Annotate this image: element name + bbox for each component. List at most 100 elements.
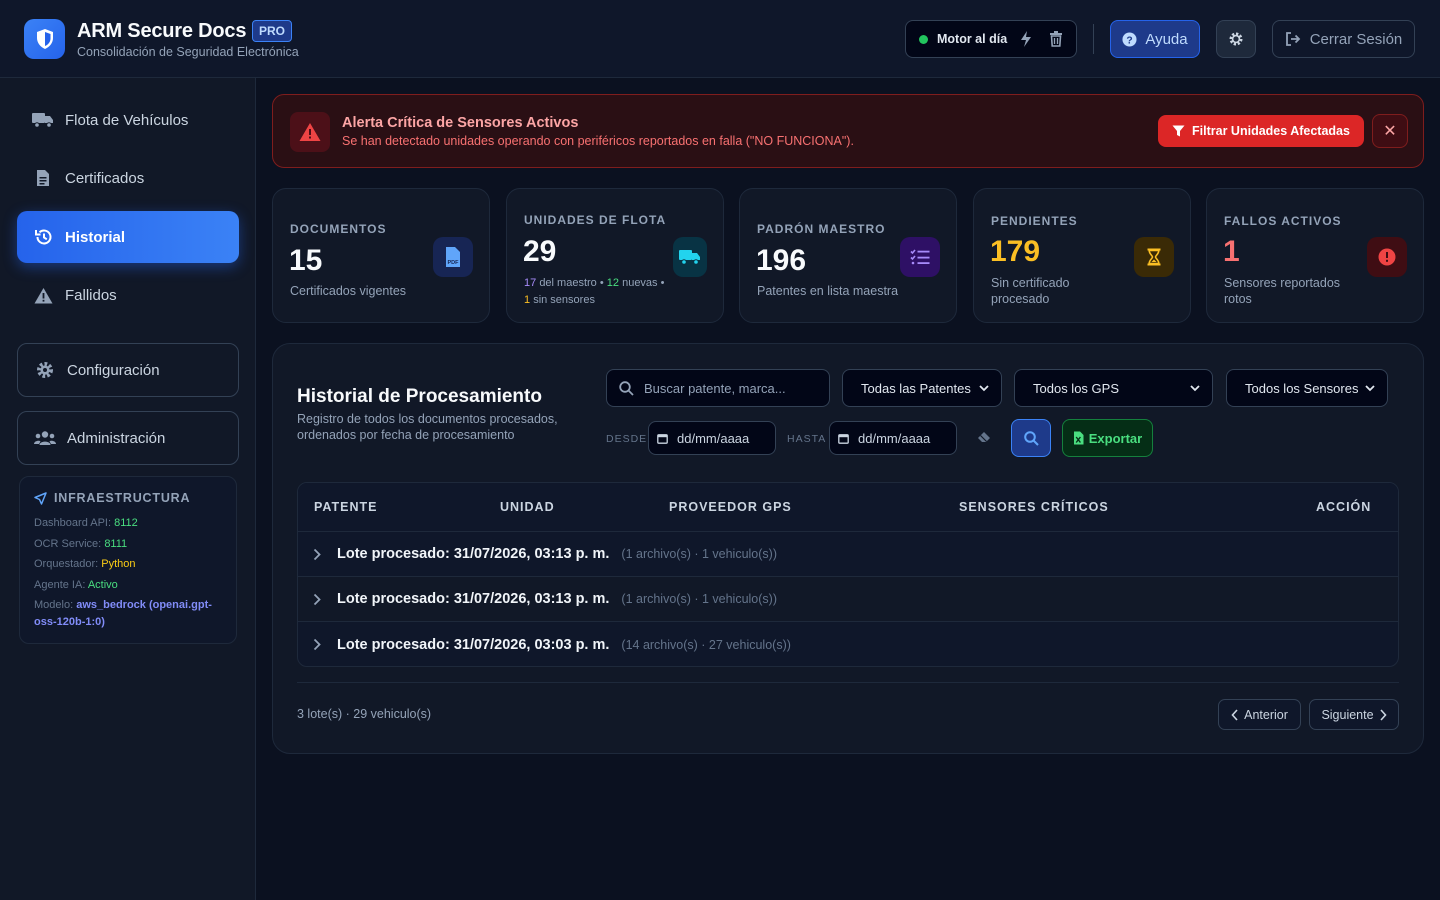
- stat-value: 29: [523, 235, 557, 268]
- sidebar-item-label: Flota de Vehículos: [65, 111, 189, 129]
- next-page-button[interactable]: Siguiente: [1309, 699, 1399, 730]
- column-header-unidad[interactable]: UNIDAD: [500, 500, 555, 514]
- stat-card-master: PADRÓN MAESTRO 196 Patentes en lista mae…: [739, 188, 957, 323]
- trash-icon[interactable]: [1049, 30, 1063, 52]
- batch-title: Lote procesado: 31/07/2026, 03:13 p. m.: [337, 546, 610, 562]
- history-table: PATENTE UNIDAD PROVEEDOR GPS SENSORES CR…: [297, 482, 1399, 667]
- sidebar-item-fleet[interactable]: Flota de Vehículos: [17, 94, 239, 146]
- logout-icon: [1285, 32, 1300, 46]
- engine-status-text: Motor al día: [937, 32, 1008, 46]
- batch-count: 3 lote(s) · 29 vehiculo(s): [297, 707, 432, 721]
- batch-meta: (1 archivo(s) · 1 vehiculo(s)): [621, 547, 777, 561]
- stat-value: 1: [1223, 235, 1240, 268]
- column-header-gps[interactable]: PROVEEDOR GPS: [669, 500, 792, 514]
- critical-alert-banner: Alerta Crítica de Sensores Activos Se ha…: [272, 94, 1424, 168]
- question-icon: ?: [1122, 31, 1137, 47]
- stat-label: PENDIENTES: [991, 214, 1078, 228]
- app-header: ARM Secure Docs PRO Consolidación de Seg…: [0, 0, 1440, 78]
- batch-title: Lote procesado: 31/07/2026, 03:13 p. m.: [337, 591, 610, 607]
- table-row[interactable]: Lote procesado: 31/07/2026, 03:03 p. m. …: [298, 622, 1398, 666]
- settings-button[interactable]: [1216, 20, 1256, 58]
- column-header-patente[interactable]: PATENTE: [314, 500, 377, 514]
- calendar-icon: [838, 433, 849, 444]
- previous-page-button[interactable]: Anterior: [1218, 699, 1301, 730]
- chevron-down-icon: [1365, 384, 1375, 391]
- stat-value: 15: [289, 244, 323, 277]
- search-button[interactable]: [1011, 419, 1051, 457]
- export-button[interactable]: Exportar: [1062, 419, 1153, 457]
- stat-value: 196: [756, 244, 807, 277]
- pro-badge: PRO: [252, 20, 293, 42]
- stat-label: DOCUMENTOS: [290, 222, 387, 236]
- stat-sub: Patentes en lista maestra: [757, 284, 899, 298]
- column-header-sensores[interactable]: SENSORES CRÍTICOS: [959, 500, 1109, 514]
- alert-description: Se han detectado unidades operando con p…: [342, 134, 854, 148]
- stat-value: 179: [990, 235, 1041, 268]
- eraser-icon[interactable]: [977, 430, 991, 448]
- infra-model: Modelo: aws_bedrock (openai.gpt-oss-120b…: [34, 599, 212, 628]
- date-to-label: HASTA: [787, 433, 827, 445]
- pdf-icon: PDF: [433, 237, 473, 277]
- checklist-icon: [900, 237, 940, 277]
- help-button[interactable]: ? Ayuda: [1110, 20, 1200, 58]
- stat-card-pending: PENDIENTES 179 Sin certificado procesado: [973, 188, 1191, 323]
- stat-card-documents: DOCUMENTOS 15 Certificados vigentes PDF: [272, 188, 490, 323]
- filter-gps-select[interactable]: Todos los GPS: [1014, 369, 1213, 407]
- search-input[interactable]: [644, 380, 814, 396]
- bolt-icon[interactable]: [1019, 30, 1033, 53]
- stat-card-fleet: UNIDADES DE FLOTA 29 17 del maestro • 12…: [506, 188, 724, 323]
- sidebar-item-label: Historial: [65, 228, 126, 246]
- app-title: ARM Secure Docs: [77, 20, 247, 42]
- table-row[interactable]: Lote procesado: 31/07/2026, 03:13 p. m. …: [298, 532, 1398, 577]
- date-from-input[interactable]: dd/mm/aaaa: [648, 421, 776, 455]
- logout-button[interactable]: Cerrar Sesión: [1272, 20, 1415, 58]
- sidebar-item-configuration[interactable]: Configuración: [17, 343, 239, 397]
- excel-icon: [1073, 431, 1084, 445]
- table-header: PATENTE UNIDAD PROVEEDOR GPS SENSORES CR…: [298, 483, 1398, 532]
- users-icon: [34, 430, 56, 446]
- column-header-accion[interactable]: ACCIÓN: [1316, 500, 1371, 514]
- truck-icon: [673, 237, 707, 277]
- close-alert-button[interactable]: ✕: [1372, 114, 1408, 148]
- infra-dashboard: Dashboard API: 8112: [34, 517, 138, 529]
- chevron-right-icon: [1379, 708, 1387, 721]
- batch-meta: (1 archivo(s) · 1 vehiculo(s)): [621, 592, 777, 606]
- sidebar-item-label: Fallidos: [65, 286, 117, 304]
- app-subtitle: Consolidación de Seguridad Electrónica: [77, 45, 299, 59]
- infra-agent: Agente IA: Activo: [34, 579, 118, 591]
- date-to-input[interactable]: dd/mm/aaaa: [829, 421, 957, 455]
- stat-label: UNIDADES DE FLOTA: [524, 213, 667, 227]
- stat-sub: Certificados vigentes: [290, 284, 407, 298]
- shield-logo-icon: [24, 19, 65, 59]
- alert-triangle-icon: [290, 112, 330, 152]
- engine-status: Motor al día: [905, 20, 1077, 58]
- svg-text:PDF: PDF: [448, 260, 460, 266]
- filter-icon: [1172, 125, 1185, 137]
- chevron-left-icon: [1231, 708, 1238, 721]
- infra-orchestrator: Orquestador: Python: [34, 558, 136, 570]
- filter-patentes-select[interactable]: Todas las Patentes: [842, 369, 1002, 407]
- sidebar-item-administration[interactable]: Administración: [17, 411, 239, 465]
- gear-icon: [34, 361, 56, 379]
- warning-icon: [32, 287, 54, 304]
- filter-affected-units-button[interactable]: Filtrar Unidades Afectadas: [1158, 115, 1364, 147]
- stat-sub: Sensores reportados rotos: [1224, 276, 1341, 306]
- sidebar-item-certificates[interactable]: Certificados: [17, 152, 239, 204]
- table-row[interactable]: Lote procesado: 31/07/2026, 03:13 p. m. …: [298, 577, 1398, 622]
- sidebar-item-history[interactable]: Historial: [17, 211, 239, 263]
- infrastructure-panel: INFRAESTRUCTURA Dashboard API: 8112 OCR …: [19, 476, 237, 644]
- panel-title: Historial de Procesamiento: [297, 386, 542, 407]
- chevron-right-icon[interactable]: [313, 638, 325, 651]
- filter-sensores-select[interactable]: Todos los Sensores: [1226, 369, 1388, 407]
- stat-card-failures: FALLOS ACTIVOS 1 Sensores reportados rot…: [1206, 188, 1424, 323]
- batch-title: Lote procesado: 31/07/2026, 03:03 p. m.: [337, 636, 610, 653]
- infrastructure-title: INFRAESTRUCTURA: [34, 491, 190, 505]
- stat-label: FALLOS ACTIVOS: [1224, 214, 1342, 228]
- chevron-down-icon: [979, 384, 989, 391]
- panel-description: Registro de todos los documentos procesa…: [297, 412, 558, 442]
- history-icon: [32, 228, 54, 246]
- chevron-right-icon[interactable]: [313, 548, 325, 561]
- stat-sub: Sin certificado procesado: [991, 276, 1070, 306]
- chevron-right-icon[interactable]: [313, 593, 325, 606]
- sidebar-item-failed[interactable]: Fallidos: [17, 269, 239, 321]
